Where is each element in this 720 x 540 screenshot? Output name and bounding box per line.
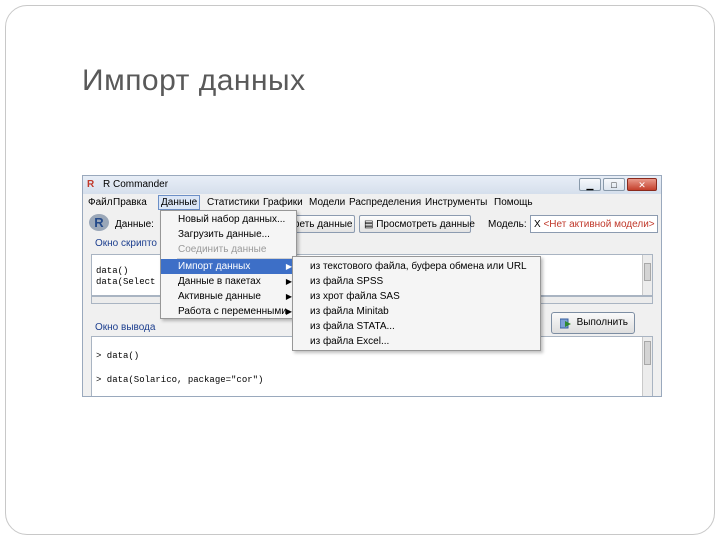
menu-edit[interactable]: Правка — [113, 197, 147, 208]
import-submenu: из текстового файла, буфера обмена или U… — [292, 256, 541, 351]
maximize-button[interactable]: □ — [603, 178, 625, 191]
menu-item-load-data[interactable]: Загрузить данные... — [161, 227, 296, 242]
script-line: data(Select — [96, 277, 156, 287]
window-controls: ▁ □ ✕ — [579, 178, 657, 191]
menu-item-active-dataset[interactable]: Активные данные ▶ — [161, 289, 296, 304]
output-line: > data(Solarico, package="cor") — [96, 375, 264, 385]
menu-item-manage-variables[interactable]: Работа с переменными ▶ — [161, 304, 296, 319]
data-menu: Новый набор данных... Загрузить данные..… — [160, 210, 297, 319]
window-title: R Commander — [103, 179, 169, 190]
menu-data[interactable]: Данные — [158, 195, 201, 210]
menu-graphs[interactable]: Графики — [263, 197, 303, 208]
slide-title: Импорт данных — [82, 64, 306, 97]
output-window-label: Окно вывода — [95, 322, 156, 333]
close-button[interactable]: ✕ — [627, 178, 657, 191]
import-from-spss[interactable]: из файла SPSS — [293, 274, 540, 289]
minimize-button[interactable]: ▁ — [579, 178, 601, 191]
data-label: Данные: — [115, 219, 154, 230]
menu-item-import-data[interactable]: Импорт данных ▶ — [161, 259, 296, 274]
import-from-stata[interactable]: из файла STATA... — [293, 319, 540, 334]
menu-bar: Файл Правка Данные Статистики Графики Мо… — [83, 195, 661, 210]
browse-data-label: Просмотреть данные — [376, 219, 475, 230]
scroll-thumb[interactable] — [644, 263, 651, 281]
run-button-label: Выполнить — [576, 317, 628, 328]
r-logo-icon: R — [87, 179, 95, 190]
r-commander-window: R R Commander ▁ □ ✕ Файл Правка Данные С… — [82, 175, 662, 397]
script-scrollbar[interactable] — [642, 255, 652, 295]
r-logo-icon: R — [89, 214, 109, 231]
menu-item-merge-data: Соединить данные — [178, 244, 267, 255]
run-button[interactable]: Выполнить — [551, 312, 635, 334]
model-field[interactable]: X <Нет активной модели> — [530, 215, 658, 233]
menu-statistics[interactable]: Статистики — [207, 197, 259, 208]
import-from-minitab[interactable]: из файла Minitab — [293, 304, 540, 319]
import-from-text-file[interactable]: из текстового файла, буфера обмена или U… — [293, 259, 540, 274]
title-bar: R R Commander ▁ □ ✕ — [83, 176, 661, 194]
output-scrollbar[interactable] — [642, 337, 652, 396]
menu-item-data-in-packages[interactable]: Данные в пакетах ▶ — [161, 274, 296, 289]
menu-help[interactable]: Помощь — [494, 197, 533, 208]
run-icon — [560, 318, 571, 329]
output-line: > data() — [96, 351, 140, 361]
browse-data-button[interactable]: ▤ Просмотреть данные — [359, 215, 475, 233]
import-from-sas[interactable]: из хрот файла SAS — [293, 289, 540, 304]
menu-distributions[interactable]: Распределения — [349, 197, 421, 208]
model-label: Модель: — [488, 219, 527, 230]
scroll-thumb[interactable] — [644, 341, 651, 365]
script-line: data() — [96, 266, 129, 276]
import-from-excel[interactable]: из файла Excel... — [293, 334, 540, 349]
script-window-label: Окно скрипто — [95, 238, 157, 249]
document-icon: ▤ — [364, 219, 377, 230]
menu-file[interactable]: Файл — [88, 197, 113, 208]
menu-item-new-dataset[interactable]: Новый набор данных... — [161, 212, 296, 227]
menu-tools[interactable]: Инструменты — [425, 197, 487, 208]
menu-models[interactable]: Модели — [309, 197, 345, 208]
model-value: <Нет активной модели> — [543, 219, 655, 230]
